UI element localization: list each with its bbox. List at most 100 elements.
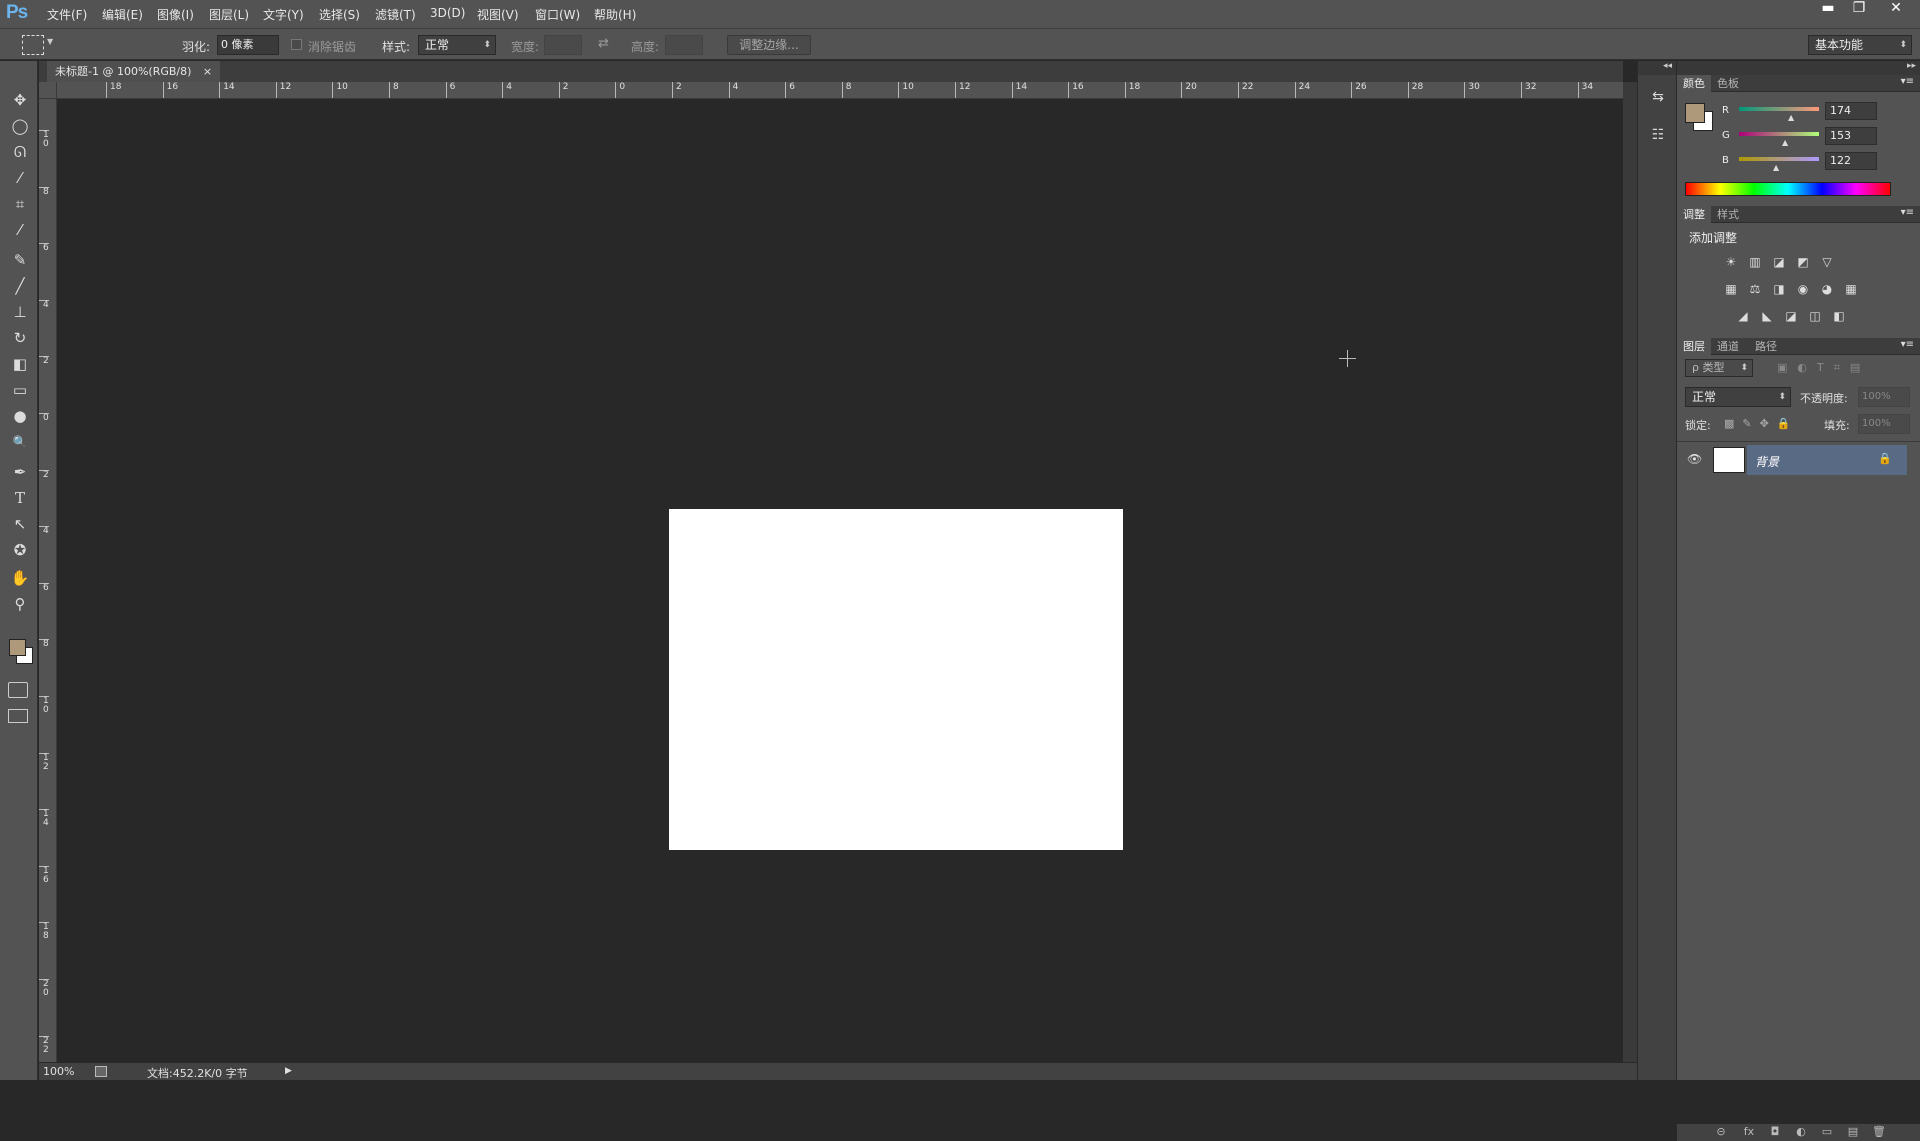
layer-style-icon[interactable]: fx xyxy=(1741,1125,1757,1138)
opacity-input[interactable]: 100% xyxy=(1858,387,1910,407)
tab-styles[interactable]: 样式 xyxy=(1711,206,1745,223)
menu-help[interactable]: 帮助(H) xyxy=(594,6,636,23)
close-button[interactable]: ✕ xyxy=(1882,0,1910,18)
delete-layer-icon[interactable]: 🗑 xyxy=(1871,1125,1887,1138)
marquee-tool-icon[interactable]: ◯ xyxy=(8,115,32,137)
new-fill-layer-icon[interactable]: ◐ xyxy=(1793,1125,1809,1138)
color-spectrum-bar[interactable] xyxy=(1685,182,1891,196)
r-slider[interactable] xyxy=(1739,107,1819,111)
zoom-level[interactable]: 100% xyxy=(43,1065,74,1078)
eyedropper-tool-icon[interactable]: ⁄ xyxy=(8,219,32,241)
workspace-select[interactable]: 基本功能 xyxy=(1808,35,1912,55)
eraser-tool-icon[interactable]: ◧ xyxy=(8,353,32,375)
tab-layers[interactable]: 图层 xyxy=(1677,338,1711,355)
hand-tool-icon[interactable]: ✋ xyxy=(8,567,32,589)
color-lookup-adjust-icon[interactable]: ▦ xyxy=(1843,282,1859,296)
new-layer-icon[interactable]: ▤ xyxy=(1845,1125,1861,1138)
b-slider[interactable] xyxy=(1739,157,1819,161)
hue-saturation-adjust-icon[interactable]: ▦ xyxy=(1723,282,1739,296)
menu-window[interactable]: 窗口(W) xyxy=(535,6,580,23)
panel-menu-icon[interactable]: ▾≡ xyxy=(1901,207,1914,218)
height-input[interactable] xyxy=(665,35,703,55)
blur-tool-icon[interactable]: ● xyxy=(8,405,32,427)
swap-icon[interactable]: ⇄ xyxy=(598,36,609,51)
g-slider-handle-icon[interactable]: ▲ xyxy=(1782,138,1788,147)
posterize-adjust-icon[interactable]: ◣ xyxy=(1759,309,1775,323)
menu-filter[interactable]: 滤镜(T) xyxy=(375,6,416,23)
marquee-preset-icon[interactable] xyxy=(22,35,44,55)
style-select[interactable]: 正常 xyxy=(418,35,496,55)
layer-filter-select[interactable]: ρ 类型 xyxy=(1685,359,1753,377)
minimize-button[interactable]: ▬ xyxy=(1814,0,1842,18)
pen-tool-icon[interactable]: ✒ xyxy=(8,461,32,483)
gradient-tool-icon[interactable]: ▭ xyxy=(8,379,32,401)
vertical-scrollbar[interactable] xyxy=(1623,82,1637,1062)
layer-name[interactable]: 背景 xyxy=(1755,453,1779,470)
document-tab[interactable]: 未标题-1 @ 100%(RGB/8) × xyxy=(47,61,221,82)
healing-brush-tool-icon[interactable]: ✎ xyxy=(8,249,32,271)
gradient-map-adjust-icon[interactable]: ◧ xyxy=(1831,309,1847,323)
zoom-tool-icon[interactable]: ⚲ xyxy=(8,593,32,615)
threshold-adjust-icon[interactable]: ◪ xyxy=(1783,309,1799,323)
levels-adjust-icon[interactable]: ▥ xyxy=(1747,255,1763,269)
chevron-down-icon[interactable]: ▼ xyxy=(47,37,53,46)
width-input[interactable] xyxy=(544,35,582,55)
tab-adjustments[interactable]: 调整 xyxy=(1677,206,1711,223)
crop-tool-icon[interactable]: ⌗ xyxy=(8,193,32,215)
layer-thumbnail[interactable] xyxy=(1713,447,1745,473)
b-slider-handle-icon[interactable]: ▲ xyxy=(1773,163,1779,172)
menu-select[interactable]: 选择(S) xyxy=(319,6,360,23)
panel-menu-icon[interactable]: ▾≡ xyxy=(1901,76,1914,87)
foreground-color-swatch[interactable] xyxy=(9,639,26,656)
new-group-icon[interactable]: ▭ xyxy=(1819,1125,1835,1138)
panel-menu-icon[interactable]: ▾≡ xyxy=(1901,339,1914,350)
menu-view[interactable]: 视图(V) xyxy=(477,6,519,23)
canvas-area[interactable] xyxy=(57,99,1623,1062)
tab-close-icon[interactable]: × xyxy=(203,65,212,78)
visibility-eye-icon[interactable]: 👁 xyxy=(1687,452,1702,466)
refine-edge-button[interactable]: 调整边缘... xyxy=(727,35,811,55)
tab-channels[interactable]: 通道 xyxy=(1711,338,1745,355)
shape-tool-icon[interactable]: ✪ xyxy=(8,539,32,561)
exposure-adjust-icon[interactable]: ◩ xyxy=(1795,255,1811,269)
brush-tool-icon[interactable]: ╱ xyxy=(8,275,32,297)
feather-input[interactable]: 0 像素 xyxy=(217,35,279,55)
quick-select-tool-icon[interactable]: ⁄ xyxy=(8,167,32,189)
tab-color[interactable]: 颜色 xyxy=(1677,75,1711,92)
photo-filter-adjust-icon[interactable]: ◉ xyxy=(1795,282,1811,296)
color-foreground-swatch[interactable] xyxy=(1685,103,1705,123)
channel-mixer-adjust-icon[interactable]: ◕ xyxy=(1819,282,1835,296)
black-white-adjust-icon[interactable]: ◨ xyxy=(1771,282,1787,296)
tab-swatches[interactable]: 色板 xyxy=(1711,75,1745,92)
menu-3d[interactable]: 3D(D) xyxy=(430,6,465,20)
collapse-arrows-icon[interactable]: ◂◂ xyxy=(1638,61,1676,75)
restore-button[interactable]: ❐ xyxy=(1845,0,1873,18)
lasso-tool-icon[interactable]: ᘏ xyxy=(8,141,32,163)
g-slider[interactable] xyxy=(1739,132,1819,136)
b-value-input[interactable]: 122 xyxy=(1825,152,1877,170)
status-share-icon[interactable] xyxy=(95,1066,107,1077)
clone-stamp-tool-icon[interactable]: ⊥ xyxy=(8,301,32,323)
tab-paths[interactable]: 路径 xyxy=(1749,338,1783,355)
layer-mask-icon[interactable]: ◘ xyxy=(1767,1125,1783,1138)
antialias-checkbox[interactable] xyxy=(291,39,302,50)
fill-input[interactable]: 100% xyxy=(1858,414,1910,434)
menu-type[interactable]: 文字(Y) xyxy=(263,6,304,23)
status-menu-arrow-icon[interactable]: ▶ xyxy=(285,1066,292,1076)
g-value-input[interactable]: 153 xyxy=(1825,127,1877,145)
blend-mode-select[interactable]: 正常 xyxy=(1685,387,1791,407)
move-tool-icon[interactable]: ✥ xyxy=(8,89,32,111)
brightness-adjust-icon[interactable]: ☀ xyxy=(1723,255,1739,269)
screen-mode-icon[interactable] xyxy=(8,709,28,723)
dock-collapse-icon[interactable]: ▸▸ xyxy=(1677,61,1920,75)
properties-panel-icon[interactable]: ☷ xyxy=(1648,125,1668,145)
curves-adjust-icon[interactable]: ◪ xyxy=(1771,255,1787,269)
invert-adjust-icon[interactable]: ◢ xyxy=(1735,309,1751,323)
history-panel-icon[interactable]: ⇆ xyxy=(1648,87,1668,107)
lock-icons[interactable]: ▩✎✥🔒 xyxy=(1724,417,1799,430)
layer-filter-icons[interactable]: ▣◐T⌗▤ xyxy=(1777,361,1870,375)
history-brush-tool-icon[interactable]: ↻ xyxy=(8,327,32,349)
document-canvas[interactable] xyxy=(669,509,1123,850)
color-balance-adjust-icon[interactable]: ⚖ xyxy=(1747,282,1763,296)
r-value-input[interactable]: 174 xyxy=(1825,102,1877,120)
